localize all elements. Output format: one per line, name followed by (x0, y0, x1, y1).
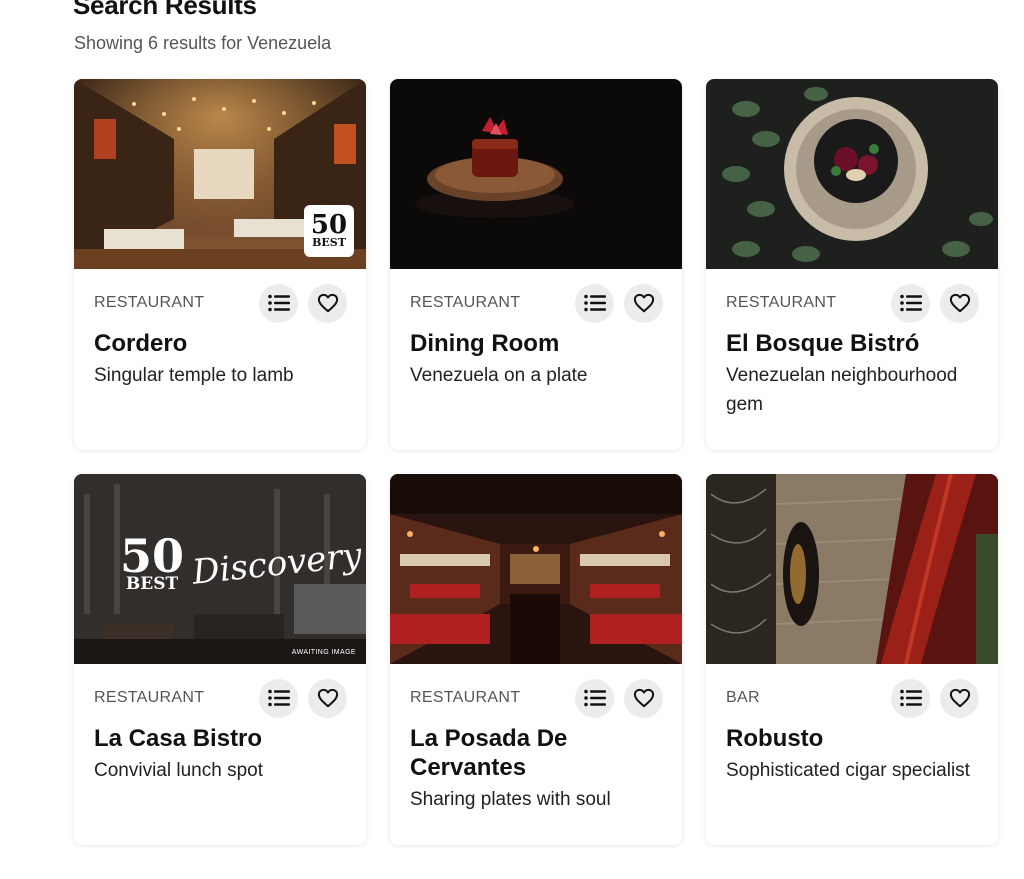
list-icon (583, 689, 606, 707)
add-to-list-button[interactable] (891, 283, 930, 323)
heart-icon (949, 293, 970, 313)
restaurant-photo (390, 474, 682, 664)
result-card-robusto[interactable]: BAR Robusto Sophisticated cigar speciali… (706, 474, 998, 845)
result-card-la-posada-de-cervantes[interactable]: RESTAURANT La Posada De Cervantes Sharin… (390, 474, 682, 845)
list-icon (267, 294, 290, 312)
venue-name[interactable]: El Bosque Bistró (726, 329, 978, 358)
heart-icon (633, 293, 654, 313)
add-to-list-button[interactable] (259, 678, 298, 718)
add-to-list-button[interactable] (259, 283, 298, 323)
favorite-button[interactable] (624, 678, 663, 718)
venue-tagline: Venezuela on a plate (410, 365, 588, 386)
add-to-list-button[interactable] (575, 283, 614, 323)
category-label: RESTAURANT (94, 294, 205, 311)
add-to-list-button[interactable] (891, 678, 930, 718)
category-label: BAR (726, 689, 760, 706)
list-icon (899, 689, 922, 707)
awaiting-image-label: AWAITING IMAGE (291, 649, 356, 656)
heart-icon (633, 688, 654, 708)
list-icon (583, 294, 606, 312)
results-grid: 50 BEST RESTAURANT Cordero Singular temp… (74, 79, 998, 845)
restaurant-photo (390, 79, 682, 269)
restaurant-photo-placeholder: 50 BEST Discovery AWAITING IMAGE (74, 474, 366, 664)
category-label: RESTAURANT (410, 689, 521, 706)
category-label: RESTAURANT (726, 294, 837, 311)
heart-icon (949, 688, 970, 708)
result-card-cordero[interactable]: 50 BEST RESTAURANT Cordero Singular temp… (74, 79, 366, 450)
bar-photo (706, 474, 998, 664)
add-to-list-button[interactable] (575, 678, 614, 718)
heart-icon (317, 293, 338, 313)
venue-tagline: Singular temple to lamb (94, 365, 294, 386)
favorite-button[interactable] (624, 283, 663, 323)
results-summary: Showing 6 results for Venezuela (74, 33, 332, 53)
favorite-button[interactable] (940, 283, 979, 323)
venue-tagline: Sharing plates with soul (410, 789, 611, 810)
restaurant-photo: 50 BEST (74, 79, 366, 269)
venue-name[interactable]: Cordero (94, 329, 346, 358)
category-label: RESTAURANT (410, 294, 521, 311)
heart-icon (317, 688, 338, 708)
venue-name[interactable]: Robusto (726, 724, 978, 753)
page-title: Search Results (73, 0, 257, 20)
list-icon (267, 689, 290, 707)
venue-tagline: Sophisticated cigar specialist (726, 760, 970, 781)
venue-name[interactable]: La Casa Bistro (94, 724, 346, 753)
venue-tagline: Venezuelan neighbourhood gem (726, 365, 958, 415)
50-best-badge: 50 BEST (310, 210, 348, 249)
result-card-dining-room[interactable]: RESTAURANT Dining Room Venezuela on a pl… (390, 79, 682, 450)
50-best-discovery-logo: 50 BEST Discovery (120, 529, 364, 594)
result-card-la-casa-bistro[interactable]: 50 BEST Discovery AWAITING IMAGE RESTAUR… (74, 474, 366, 845)
list-icon (899, 294, 922, 312)
favorite-button[interactable] (308, 283, 347, 323)
venue-tagline: Convivial lunch spot (94, 760, 263, 781)
favorite-button[interactable] (308, 678, 347, 718)
favorite-button[interactable] (940, 678, 979, 718)
category-label: RESTAURANT (94, 689, 205, 706)
result-card-el-bosque-bistro[interactable]: RESTAURANT El Bosque Bistró Venezuelan n… (706, 79, 998, 450)
restaurant-photo (706, 79, 998, 269)
venue-name[interactable]: La Posada De Cervantes (410, 724, 662, 782)
venue-name[interactable]: Dining Room (410, 329, 662, 358)
